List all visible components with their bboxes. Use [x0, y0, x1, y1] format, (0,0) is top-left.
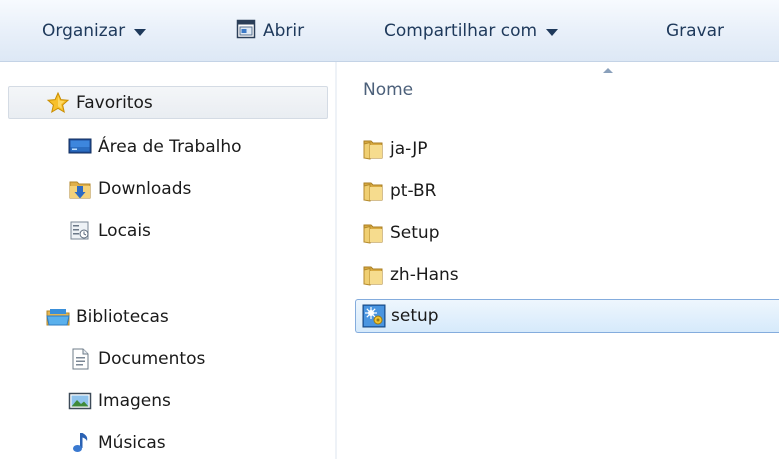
music-icon [68, 431, 92, 455]
nav-downloads-label: Downloads [98, 179, 192, 199]
folder-icon [361, 179, 385, 203]
libraries-icon [46, 305, 70, 329]
folder-icon [361, 263, 385, 287]
file-row-ja-jp[interactable]: ja-JP [355, 132, 779, 166]
nav-recent-places[interactable]: Locais [68, 216, 151, 246]
file-name: setup [391, 306, 439, 326]
column-header-name-label: Nome [363, 80, 414, 100]
share-with-button[interactable]: Compartilhar com [384, 0, 559, 62]
nav-downloads[interactable]: Downloads [68, 174, 191, 204]
nav-libraries-label: Bibliotecas [76, 307, 169, 327]
nav-favorites-label: Favoritos [76, 93, 153, 113]
nav-documents-label: Documentos [98, 349, 206, 369]
file-list-pane: Nome ja-JP pt-BR Setup zh-Hans setup [337, 62, 779, 459]
file-name: Setup [390, 223, 440, 243]
nav-recent-places-label: Locais [98, 221, 151, 241]
chevron-down-icon [546, 28, 559, 36]
file-name: pt-BR [390, 181, 437, 201]
nav-libraries[interactable]: Bibliotecas [46, 302, 169, 332]
downloads-folder-icon [68, 177, 92, 201]
desktop-icon [68, 135, 92, 159]
chevron-down-icon [134, 28, 147, 36]
star-icon [46, 91, 70, 115]
burn-button[interactable]: Gravar [666, 0, 724, 62]
open-label: Abrir [263, 21, 305, 41]
explorer-window: Organizar Abrir Compartilhar com Gravar [0, 0, 779, 459]
organize-label: Organizar [42, 21, 126, 41]
open-button[interactable]: Abrir [236, 0, 304, 62]
command-bar: Organizar Abrir Compartilhar com Gravar [0, 0, 779, 62]
file-row-setup-exe[interactable]: setup [355, 299, 779, 333]
nav-pictures-label: Imagens [98, 391, 171, 411]
column-header-name[interactable]: Nome [337, 62, 779, 108]
burn-label: Gravar [666, 21, 725, 41]
organize-button[interactable]: Organizar [42, 0, 147, 62]
setup-application-icon [362, 304, 386, 328]
open-program-icon [236, 19, 256, 44]
folder-icon [361, 221, 385, 245]
nav-pictures[interactable]: Imagens [68, 386, 171, 416]
nav-desktop[interactable]: Área de Trabalho [68, 132, 242, 162]
file-row-zh-hans[interactable]: zh-Hans [355, 258, 779, 292]
file-row-setup-folder[interactable]: Setup [355, 216, 779, 250]
share-with-label: Compartilhar com [384, 21, 538, 41]
file-row-pt-br[interactable]: pt-BR [355, 174, 779, 208]
nav-documents[interactable]: Documentos [68, 344, 205, 374]
folder-icon [361, 137, 385, 161]
file-name: ja-JP [390, 139, 428, 159]
nav-music[interactable]: Músicas [68, 428, 166, 458]
nav-favorites[interactable]: Favoritos [46, 88, 153, 118]
navigation-pane: Favoritos Área de Trabalho Downloads Loc… [0, 62, 335, 459]
document-icon [68, 347, 92, 371]
pictures-icon [68, 389, 92, 413]
recent-places-icon [68, 219, 92, 243]
nav-desktop-label: Área de Trabalho [98, 137, 242, 157]
nav-music-label: Músicas [98, 433, 166, 453]
sort-ascending-icon [603, 68, 613, 73]
file-name: zh-Hans [390, 265, 459, 285]
